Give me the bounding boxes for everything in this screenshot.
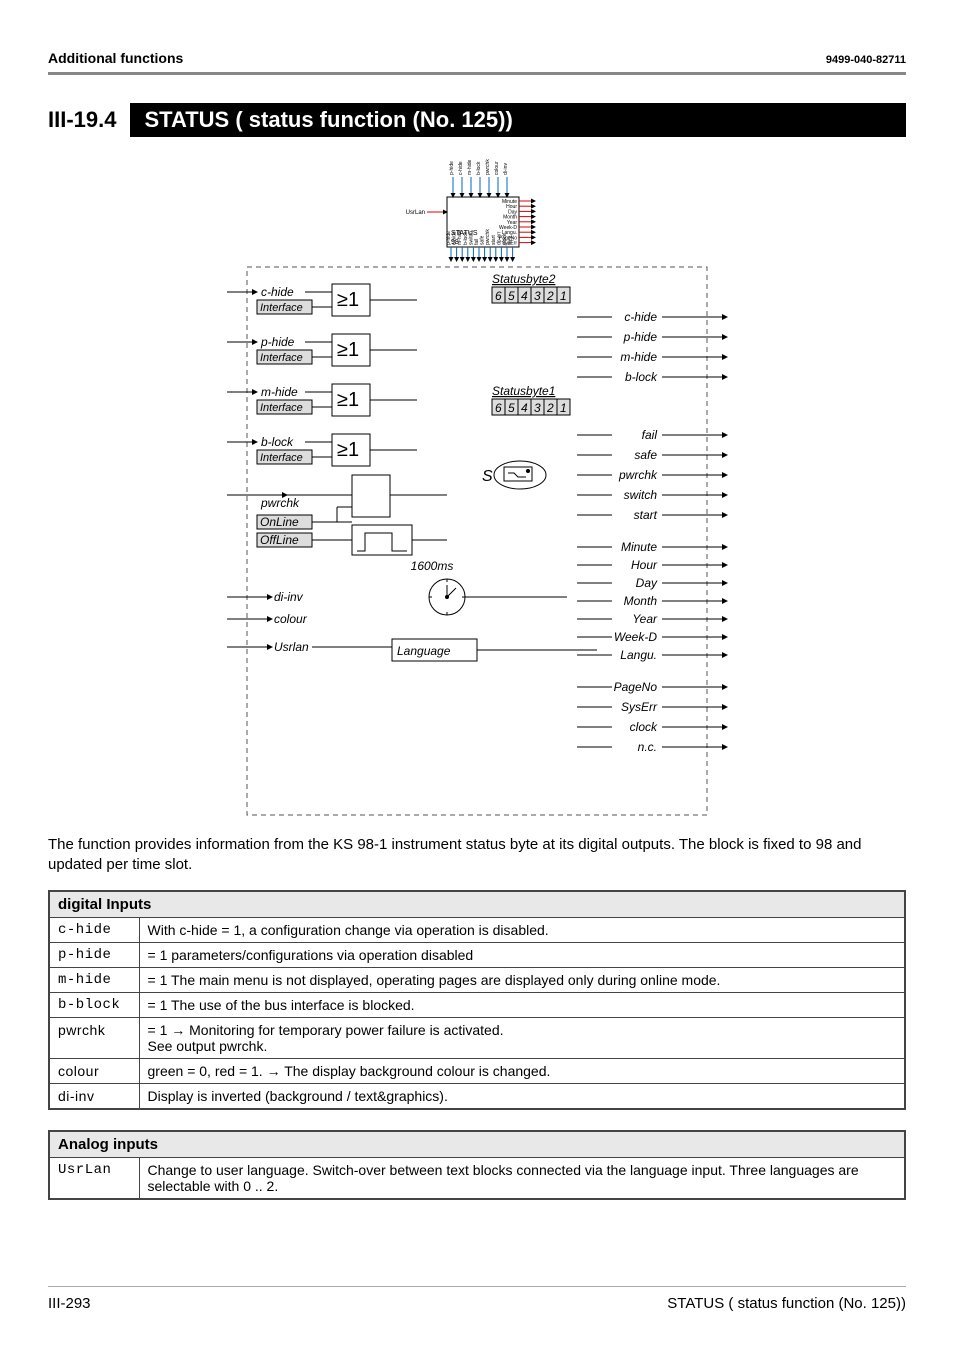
svg-text:n.c.: n.c. bbox=[638, 740, 657, 754]
svg-text:m-hide: m-hide bbox=[620, 350, 657, 364]
svg-text:colour: colour bbox=[274, 612, 308, 626]
svg-text:≥1: ≥1 bbox=[337, 439, 359, 461]
svg-text:b-lock: b-lock bbox=[476, 161, 482, 175]
svg-text:OffLine: OffLine bbox=[260, 533, 299, 547]
diagram: STATUS 98 p-hidec-hidem-hideb-lockpwrchk… bbox=[217, 157, 737, 817]
svg-text:p-hide: p-hide bbox=[449, 161, 455, 175]
svg-text:Day: Day bbox=[636, 576, 658, 590]
svg-text:m-hide: m-hide bbox=[467, 159, 473, 175]
header-right: 9499-040-82711 bbox=[826, 54, 906, 66]
svg-text:pwrchk: pwrchk bbox=[485, 159, 491, 175]
svg-text:Week-D: Week-D bbox=[614, 630, 657, 644]
svg-text:2: 2 bbox=[546, 289, 554, 303]
svg-text:Minute: Minute bbox=[621, 540, 657, 554]
svg-text:4: 4 bbox=[521, 401, 528, 415]
svg-text:≥1: ≥1 bbox=[337, 339, 359, 361]
clock-icon bbox=[429, 579, 567, 615]
header-left: Additional functions bbox=[48, 50, 183, 66]
svg-text:start: start bbox=[634, 508, 658, 522]
table-header: digital Inputs bbox=[49, 891, 905, 918]
svg-text:pwrchk: pwrchk bbox=[260, 496, 300, 510]
svg-text:clock: clock bbox=[630, 720, 658, 734]
svg-text:1600ms: 1600ms bbox=[411, 559, 454, 573]
svg-text:SysErr: SysErr bbox=[621, 700, 658, 714]
svg-text:Interface: Interface bbox=[260, 302, 303, 314]
svg-text:OnLine: OnLine bbox=[260, 515, 299, 529]
svg-text:4: 4 bbox=[521, 289, 528, 303]
small-status-block: STATUS 98 p-hidec-hidem-hideb-lockpwrchk… bbox=[406, 159, 535, 261]
svg-text:PageNo: PageNo bbox=[614, 680, 658, 694]
section-number: III-19.4 bbox=[48, 103, 130, 137]
svg-text:6: 6 bbox=[495, 289, 502, 303]
svg-text:di-inv: di-inv bbox=[503, 163, 509, 175]
svg-text:≥1: ≥1 bbox=[337, 289, 359, 311]
body-paragraph: The function provides information from t… bbox=[48, 835, 906, 876]
svg-text:b-lock: b-lock bbox=[261, 435, 294, 449]
svg-text:6: 6 bbox=[495, 401, 502, 415]
section-heading: III-19.4 STATUS ( status function (No. 1… bbox=[48, 103, 906, 137]
svg-text:Usrlan: Usrlan bbox=[274, 640, 309, 654]
page-header: Additional functions 9499-040-82711 bbox=[48, 50, 906, 75]
svg-text:S: S bbox=[482, 468, 493, 485]
svg-text:fail: fail bbox=[642, 428, 658, 442]
svg-text:≥1: ≥1 bbox=[337, 389, 359, 411]
svg-text:c-hide: c-hide bbox=[261, 285, 294, 299]
analog-inputs-table: Analog inputs UsrLanChange to user langu… bbox=[48, 1130, 906, 1200]
svg-text:Hour: Hour bbox=[631, 558, 658, 572]
section-title: STATUS ( status function (No. 125)) bbox=[130, 103, 906, 137]
svg-text:1: 1 bbox=[560, 401, 567, 415]
svg-text:Interface: Interface bbox=[260, 452, 303, 464]
svg-text:switch: switch bbox=[624, 488, 658, 502]
svg-text:SysErr: SysErr bbox=[502, 241, 517, 247]
svg-text:5: 5 bbox=[508, 289, 515, 303]
svg-text:2: 2 bbox=[546, 401, 554, 415]
footer-left: III-293 bbox=[48, 1295, 91, 1312]
page-footer: III-293 STATUS ( status function (No. 12… bbox=[48, 1286, 906, 1312]
svg-text:m-hide: m-hide bbox=[261, 385, 298, 399]
svg-text:p-hide: p-hide bbox=[623, 330, 658, 344]
svg-text:Langu.: Langu. bbox=[620, 648, 657, 662]
svg-text:Year: Year bbox=[632, 612, 658, 626]
svg-text:safe: safe bbox=[634, 448, 657, 462]
svg-text:UsrLan: UsrLan bbox=[406, 210, 425, 216]
svg-text:b-lock: b-lock bbox=[625, 370, 658, 384]
svg-text:Language: Language bbox=[397, 644, 451, 658]
svg-text:1: 1 bbox=[560, 289, 567, 303]
svg-text:Statusbyte1: Statusbyte1 bbox=[492, 384, 555, 398]
svg-text:3: 3 bbox=[534, 289, 541, 303]
svg-text:c-hide: c-hide bbox=[624, 310, 657, 324]
svg-text:3: 3 bbox=[534, 401, 541, 415]
svg-text:c-hide: c-hide bbox=[458, 161, 464, 175]
svg-text:Interface: Interface bbox=[260, 352, 303, 364]
svg-text:Month: Month bbox=[624, 594, 658, 608]
svg-text:Interface: Interface bbox=[260, 402, 303, 414]
svg-text:colour: colour bbox=[494, 161, 500, 175]
svg-text:Statusbyte2: Statusbyte2 bbox=[492, 272, 556, 286]
svg-text:p-hide: p-hide bbox=[260, 335, 295, 349]
digital-inputs-table: digital Inputs c-hideWith c-hide = 1, a … bbox=[48, 890, 906, 1110]
svg-text:di-inv: di-inv bbox=[274, 590, 304, 604]
table-header: Analog inputs bbox=[49, 1131, 905, 1158]
svg-text:pwrchk: pwrchk bbox=[618, 468, 658, 482]
svg-text:5: 5 bbox=[508, 401, 515, 415]
footer-right: STATUS ( status function (No. 125)) bbox=[667, 1295, 906, 1312]
